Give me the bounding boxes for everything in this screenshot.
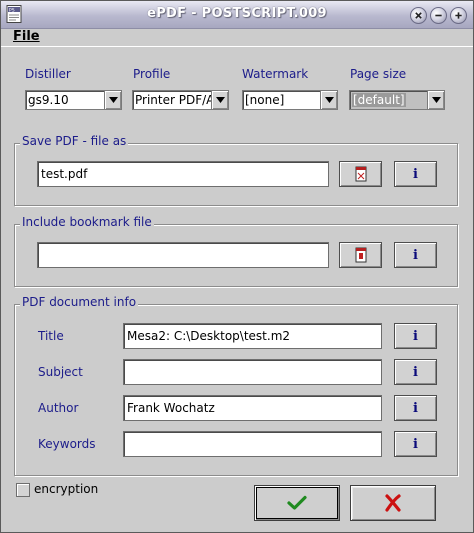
profile-select[interactable]: Printer PDF/A — [132, 90, 229, 110]
profile-value: Printer PDF/A — [135, 93, 215, 107]
save-pdf-browse-button[interactable] — [339, 161, 382, 187]
keywords-info-button[interactable]: i — [394, 431, 437, 457]
epdf-window: PS ePDF - POSTSCRIPT.009 File Distiller … — [0, 0, 474, 533]
window-title: ePDF - POSTSCRIPT.009 — [147, 6, 327, 21]
checkmark-icon — [287, 495, 307, 510]
title-input[interactable]: Mesa2: C:\Desktop\test.m2 — [123, 323, 382, 349]
title-bar[interactable]: PS ePDF - POSTSCRIPT.009 — [1, 1, 473, 29]
cancel-button[interactable] — [350, 485, 436, 521]
bookmark-info-button[interactable]: i — [394, 242, 437, 268]
file-browse-icon — [355, 247, 366, 263]
author-input[interactable]: Frank Wochatz — [123, 395, 382, 421]
cross-icon — [385, 494, 401, 512]
subject-info-button[interactable]: i — [394, 359, 437, 385]
bookmark-group-title: Include bookmark file — [20, 215, 154, 229]
chevron-down-icon[interactable] — [427, 91, 444, 109]
bookmark-filename-input[interactable] — [37, 242, 329, 268]
watermark-label: Watermark — [242, 67, 309, 81]
author-value: Frank Wochatz — [127, 401, 215, 415]
chevron-down-icon[interactable] — [320, 91, 337, 109]
chevron-down-icon[interactable] — [104, 91, 121, 109]
keywords-input[interactable] — [123, 431, 382, 457]
distiller-label: Distiller — [25, 67, 71, 81]
subject-label: Subject — [38, 365, 83, 379]
chevron-down-icon[interactable] — [211, 91, 228, 109]
menu-bar: File — [1, 29, 473, 47]
menu-file[interactable]: File — [13, 29, 40, 44]
encryption-label[interactable]: encryption — [34, 482, 98, 496]
save-pdf-group-title: Save PDF - file as — [20, 134, 129, 148]
file-browse-icon — [355, 166, 366, 182]
watermark-value: [none] — [245, 93, 285, 107]
encryption-checkbox[interactable] — [16, 483, 30, 497]
maximize-button[interactable] — [450, 7, 467, 24]
title-value: Mesa2: C:\Desktop\test.m2 — [127, 329, 291, 343]
watermark-select[interactable]: [none] — [242, 90, 338, 110]
page-size-label: Page size — [350, 67, 407, 81]
author-label: Author — [38, 401, 79, 415]
title-info-button[interactable]: i — [394, 323, 437, 349]
help-icon — [415, 12, 422, 19]
distiller-select[interactable]: gs9.10 — [25, 90, 122, 110]
minimize-icon — [435, 14, 442, 17]
title-label: Title — [38, 329, 64, 343]
doc-info-group-title: PDF document info — [20, 295, 139, 309]
save-pdf-info-button[interactable]: i — [394, 161, 437, 187]
save-pdf-filename: test.pdf — [41, 167, 88, 181]
distiller-value: gs9.10 — [28, 93, 69, 107]
bookmark-browse-button[interactable] — [339, 242, 382, 268]
profile-label: Profile — [133, 67, 171, 81]
help-button[interactable] — [410, 7, 427, 24]
author-info-button[interactable]: i — [394, 395, 437, 421]
save-pdf-filename-input[interactable]: test.pdf — [37, 161, 329, 187]
ok-button[interactable] — [254, 485, 340, 521]
minimize-button[interactable] — [430, 7, 447, 24]
keywords-label: Keywords — [38, 437, 96, 451]
page-size-value: [default] — [352, 93, 406, 107]
page-size-select[interactable]: [default] — [349, 90, 445, 110]
maximize-icon — [455, 12, 462, 19]
subject-input[interactable] — [123, 359, 382, 385]
